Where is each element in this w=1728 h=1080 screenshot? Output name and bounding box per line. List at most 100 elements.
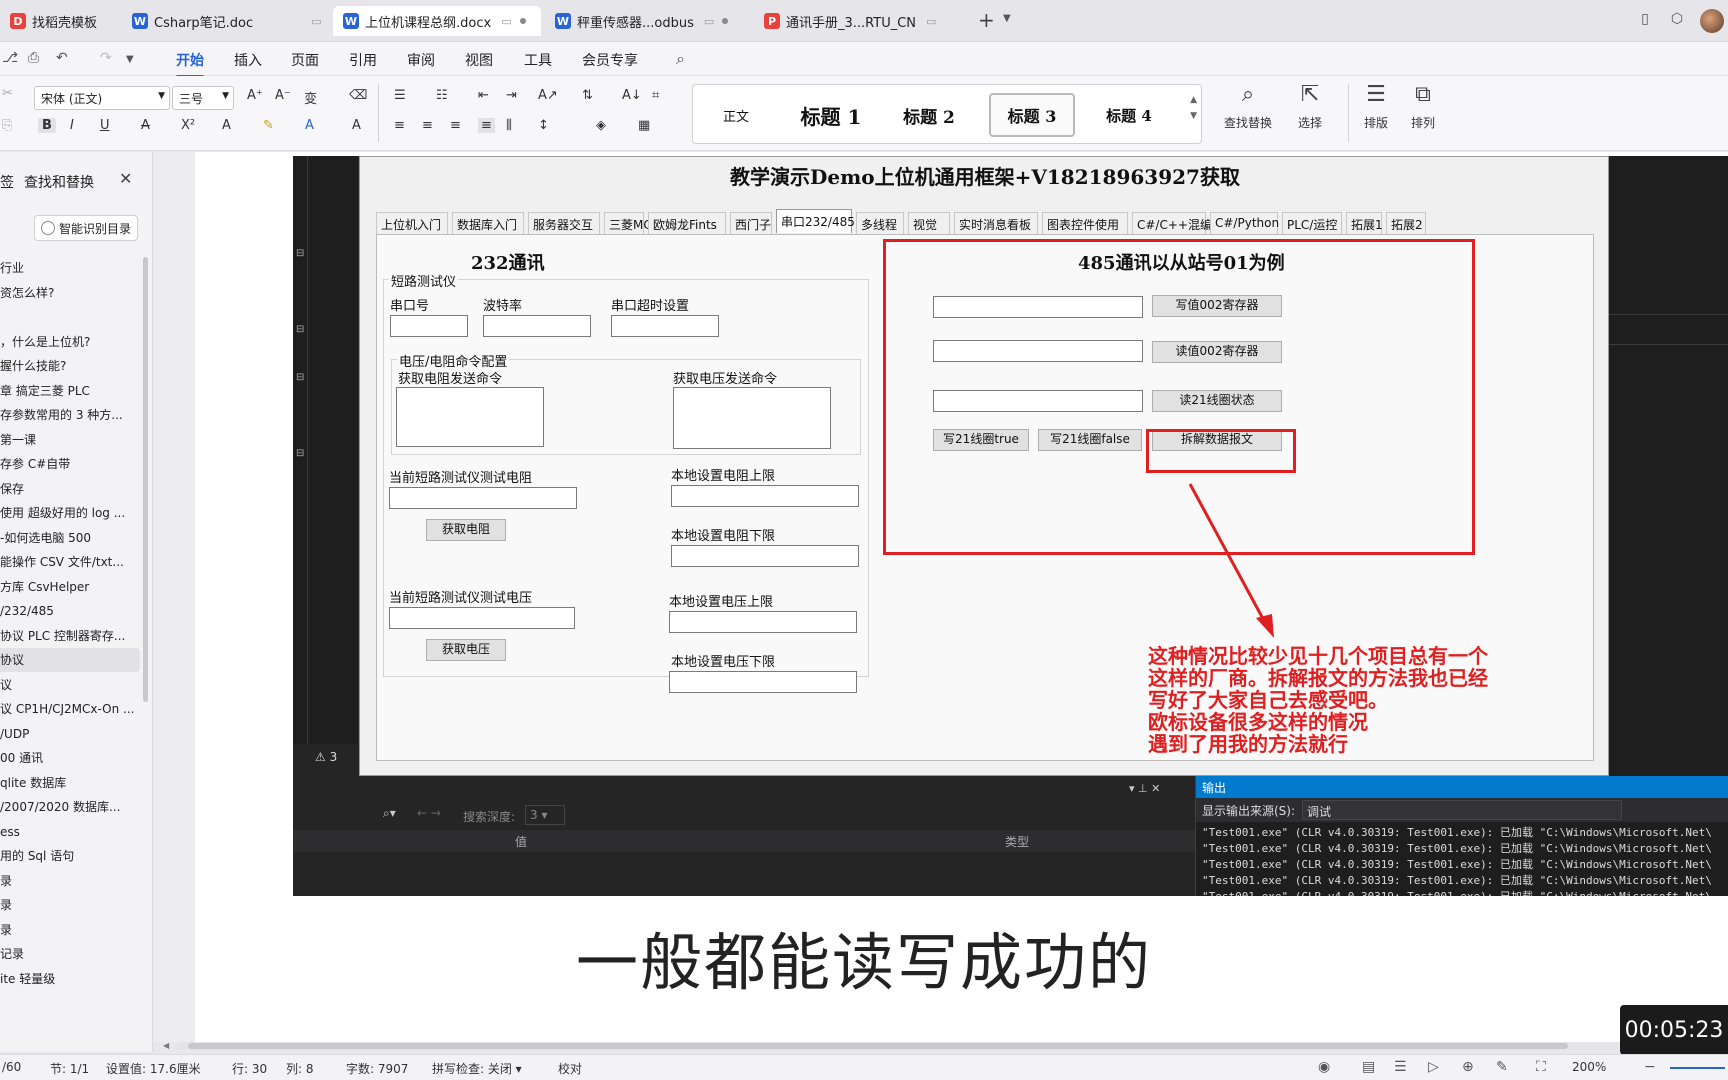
form-tab[interactable]: 欧姆龙Fints xyxy=(648,212,726,234)
nav-tab-fragment[interactable]: 签 xyxy=(0,172,14,192)
more-chevron-icon[interactable]: ▼ xyxy=(126,54,134,65)
zoom-slider[interactable] xyxy=(1670,1067,1725,1069)
increase-indent-icon[interactable]: ⇥ xyxy=(506,88,517,103)
font-size-select[interactable]: 三号 ▼ xyxy=(172,86,234,110)
menu-tools[interactable]: 工具 xyxy=(524,50,552,70)
search-icon[interactable]: ⌕▾ xyxy=(383,806,396,821)
form-tab[interactable]: 西门子 xyxy=(730,212,772,234)
print-preview-icon[interactable]: ⎙ xyxy=(28,50,39,66)
window-icon[interactable]: ▭ xyxy=(704,15,714,28)
cube-icon[interactable]: ⬡ xyxy=(1668,11,1686,29)
highlight-icon[interactable]: ✎ xyxy=(263,118,274,133)
avatar[interactable] xyxy=(1700,9,1724,33)
col-value-header[interactable]: 值 xyxy=(515,833,527,850)
toc-item[interactable]: qlite 数据库 xyxy=(0,771,140,795)
scroll-left-icon[interactable]: ◀ xyxy=(163,1041,169,1050)
toc-item[interactable]: 议 xyxy=(0,673,140,697)
undo-icon[interactable]: ↶ xyxy=(56,50,68,66)
toc-item[interactable]: 握什么技能? xyxy=(0,354,140,378)
toc-item[interactable]: ，什么是上位机? xyxy=(0,330,140,354)
warning-count[interactable]: ⚠ 3 xyxy=(315,750,337,764)
toc-item[interactable]: /232/485 xyxy=(0,599,140,623)
pen-icon[interactable]: ✎ xyxy=(1496,1059,1508,1075)
zoom-level[interactable]: 200% xyxy=(1572,1060,1606,1074)
menu-member[interactable]: 会员专享 xyxy=(582,50,638,70)
scrollbar-thumb[interactable] xyxy=(188,1043,1568,1049)
distribute-icon[interactable]: ⫼ xyxy=(506,118,512,133)
char-shading-icon[interactable]: A xyxy=(352,118,361,133)
status-words[interactable]: 字数: 7907 xyxy=(346,1060,408,1077)
toc-item[interactable]: 协议 xyxy=(0,648,140,672)
web-view-icon[interactable]: ⊕ xyxy=(1462,1059,1474,1075)
volt-cmd-input[interactable] xyxy=(673,387,831,449)
menu-insert[interactable]: 插入 xyxy=(234,50,262,70)
show-marks-icon[interactable]: ⌗ xyxy=(652,88,659,103)
menu-references[interactable]: 引用 xyxy=(349,50,377,70)
nav-scrollbar[interactable] xyxy=(143,257,148,702)
timeout-input[interactable] xyxy=(611,315,719,337)
pin-close-icons[interactable]: ▾ ⊥ ✕ xyxy=(1129,782,1160,795)
superscript-icon[interactable]: X² xyxy=(181,118,195,133)
style-normal[interactable]: 正文 xyxy=(699,93,773,137)
search-icon[interactable]: ⌕ xyxy=(676,49,685,69)
tab-csharp-notes[interactable]: W Csharp笔记.doc ▭ xyxy=(122,6,330,36)
fit-icon[interactable]: ⛶ xyxy=(1536,1059,1546,1075)
window-icon[interactable]: ▭ xyxy=(501,15,511,28)
chevron-down-icon[interactable]: ▼ xyxy=(1190,111,1197,121)
underline-icon[interactable]: U xyxy=(100,118,110,133)
volt-lower-input[interactable] xyxy=(669,671,857,693)
baud-input[interactable] xyxy=(483,315,591,337)
res-lower-input[interactable] xyxy=(671,545,859,567)
horizontal-scrollbar[interactable] xyxy=(178,1042,1618,1050)
toc-item[interactable]: 使用 超级好用的 log ... xyxy=(0,501,140,525)
eye-icon[interactable]: ◉ xyxy=(1318,1059,1330,1075)
toc-item[interactable]: /2007/2020 数据库... xyxy=(0,795,140,819)
form-tab[interactable]: PLC/运控 xyxy=(1282,212,1342,234)
form-tab[interactable]: 拓展1 xyxy=(1346,212,1383,234)
style-heading-2[interactable]: 标题 2 xyxy=(883,93,975,137)
toc-item[interactable]: 资怎么样? xyxy=(0,281,140,305)
menu-home[interactable]: 开始 xyxy=(176,50,204,78)
form-tab[interactable]: 多线程 xyxy=(856,212,904,234)
status-spell[interactable]: 拼写检查: 关闭 ▾ xyxy=(432,1060,522,1077)
toc-item[interactable]: 保存 xyxy=(0,477,140,501)
redo-icon[interactable]: ↷ xyxy=(100,50,112,66)
toc-item[interactable]: ess xyxy=(0,820,140,844)
status-page[interactable]: /60 xyxy=(2,1060,21,1074)
res-upper-input[interactable] xyxy=(671,485,859,507)
nav-arrows-icon[interactable]: ← → xyxy=(417,806,441,820)
toc-item[interactable]: 行业 xyxy=(0,256,140,280)
port-input[interactable] xyxy=(390,315,468,337)
sort-az-icon[interactable]: A↓ xyxy=(622,88,642,103)
cur-res-input[interactable] xyxy=(389,487,577,509)
menu-view[interactable]: 视图 xyxy=(465,50,493,70)
style-heading-4[interactable]: 标题 4 xyxy=(1085,93,1173,137)
toc-item[interactable]: 用的 Sql 语句 xyxy=(0,844,140,868)
toc-item[interactable]: 第一课 xyxy=(0,428,140,452)
line-spacing-icon[interactable]: ↕ xyxy=(538,118,549,133)
align-center-icon[interactable]: ≡ xyxy=(422,118,433,133)
col-type-header[interactable]: 类型 xyxy=(1005,833,1029,850)
volt-upper-input[interactable] xyxy=(669,611,857,633)
tab-load-cell[interactable]: W 秤重传感器...odbus ▭ xyxy=(545,6,750,36)
menu-review[interactable]: 审阅 xyxy=(407,50,435,70)
form-tab[interactable]: 三菱MC xyxy=(604,212,652,234)
cur-volt-input[interactable] xyxy=(389,607,575,629)
arrange-button[interactable]: ⧉ 排列 xyxy=(1393,82,1453,131)
form-tab[interactable]: 数据库入门 xyxy=(452,212,524,234)
find-replace-button[interactable]: ⌕ 查找替换 xyxy=(1218,82,1278,131)
sort-icon[interactable]: ⇅ xyxy=(582,88,593,103)
form-tab[interactable]: C#/C++混编 xyxy=(1132,212,1212,234)
italic-icon[interactable]: I xyxy=(70,118,74,133)
decrease-indent-icon[interactable]: ⇤ xyxy=(478,88,489,103)
toc-item[interactable]: -如何选电脑 500 xyxy=(0,526,140,550)
numbering-icon[interactable]: ☷ xyxy=(436,88,448,103)
bullets-icon[interactable]: ☰ xyxy=(394,88,406,103)
toc-item[interactable]: 方库 CsvHelper xyxy=(0,575,140,599)
tab-list-chevron-icon[interactable]: ▼ xyxy=(1003,13,1011,24)
share-icon[interactable]: ⎇ xyxy=(2,50,18,66)
form-tab[interactable]: 串口232/485 xyxy=(776,209,855,233)
res-cmd-input[interactable] xyxy=(396,387,544,447)
get-res-button[interactable]: 获取电阻 xyxy=(426,519,506,541)
play-icon[interactable]: ▷ xyxy=(1428,1059,1439,1075)
